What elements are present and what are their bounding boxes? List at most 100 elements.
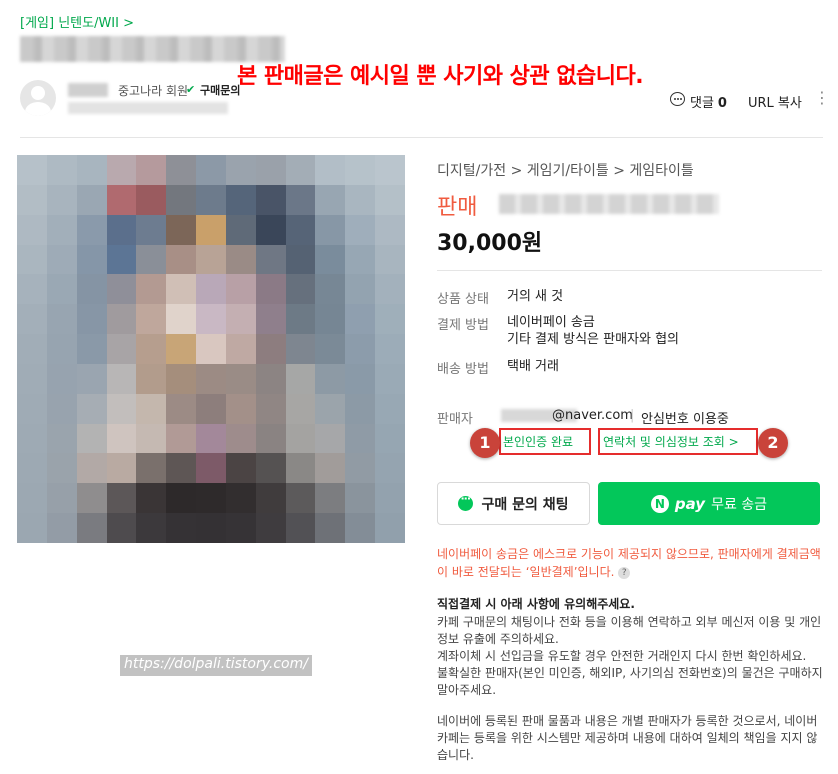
image-pixel bbox=[106, 483, 137, 514]
product-category[interactable]: 디지털/가전 > 게임기/타이틀 > 게임타이틀 bbox=[437, 160, 694, 180]
image-pixel bbox=[76, 363, 107, 394]
image-pixel bbox=[106, 214, 137, 245]
safe-number-label: 안심번호 이용중 bbox=[641, 412, 729, 427]
image-pixel bbox=[196, 304, 226, 335]
image-pixel bbox=[166, 184, 197, 215]
sale-label: 판매 bbox=[437, 195, 478, 220]
image-pixel bbox=[345, 363, 376, 394]
image-pixel bbox=[225, 483, 256, 514]
image-pixel bbox=[285, 184, 316, 215]
image-pixel bbox=[285, 483, 316, 514]
comment-link[interactable]: 댓글 0 bbox=[690, 92, 727, 111]
image-pixel bbox=[285, 274, 316, 305]
buy-inquiry-label: 구매문의 bbox=[200, 84, 241, 97]
image-pixel bbox=[285, 363, 316, 394]
image-pixel bbox=[225, 334, 256, 364]
url-copy-button[interactable]: URL 복사 bbox=[748, 92, 802, 111]
contact-check-link[interactable]: 연락처 및 의심정보 조회 > bbox=[603, 433, 739, 450]
caution-line: 불확실한 판매자(본인 미인증, 해외IP, 사기의심 전화번호)의 물건은 구… bbox=[437, 666, 823, 697]
identity-verified-link[interactable]: 본인인증 완료 bbox=[503, 433, 573, 450]
image-pixel bbox=[106, 423, 137, 454]
image-pixel bbox=[315, 244, 346, 275]
image-pixel bbox=[136, 184, 167, 215]
image-pixel bbox=[315, 393, 346, 424]
comment-icon[interactable] bbox=[670, 92, 685, 106]
image-pixel bbox=[136, 214, 167, 245]
image-pixel bbox=[225, 184, 256, 215]
image-pixel bbox=[375, 393, 405, 424]
image-pixel bbox=[17, 184, 47, 215]
image-pixel bbox=[17, 155, 47, 185]
image-pixel bbox=[255, 334, 286, 364]
price-divider bbox=[437, 270, 822, 271]
image-pixel bbox=[255, 184, 286, 215]
image-pixel bbox=[166, 304, 197, 335]
image-pixel bbox=[136, 334, 167, 364]
image-pixel bbox=[106, 453, 137, 484]
npay-logo-icon: N bbox=[650, 494, 669, 513]
image-pixel bbox=[166, 334, 197, 364]
image-pixel bbox=[46, 363, 77, 394]
image-pixel bbox=[255, 363, 286, 394]
image-pixel bbox=[345, 184, 376, 215]
image-pixel bbox=[46, 184, 77, 215]
image-pixel bbox=[136, 423, 167, 454]
image-pixel bbox=[345, 453, 376, 484]
image-pixel bbox=[76, 423, 107, 454]
chat-inquiry-button[interactable]: 구매 문의 채팅 bbox=[437, 482, 590, 525]
image-pixel bbox=[315, 155, 346, 185]
chat-button-label: 구매 문의 채팅 bbox=[481, 496, 569, 513]
image-pixel bbox=[345, 483, 376, 514]
image-pixel bbox=[17, 513, 47, 543]
image-pixel bbox=[285, 304, 316, 335]
image-pixel bbox=[76, 155, 107, 185]
board-breadcrumb[interactable]: [게임] 닌텐도/WII > bbox=[20, 12, 134, 31]
image-pixel bbox=[196, 513, 226, 543]
more-vertical-icon[interactable]: ⋮ bbox=[814, 90, 830, 106]
image-pixel bbox=[225, 244, 256, 275]
image-pixel bbox=[255, 513, 286, 543]
help-icon[interactable]: ? bbox=[618, 566, 631, 579]
image-pixel bbox=[375, 274, 405, 305]
npay-transfer-button[interactable]: N pay 무료 송금 bbox=[598, 482, 820, 525]
image-pixel bbox=[255, 155, 286, 185]
avatar[interactable] bbox=[20, 80, 56, 116]
image-pixel bbox=[225, 363, 256, 394]
comment-count: 0 bbox=[717, 96, 727, 111]
seller-email: @naver.com bbox=[552, 408, 633, 423]
image-pixel bbox=[76, 214, 107, 245]
image-pixel bbox=[46, 214, 77, 245]
image-pixel bbox=[106, 155, 137, 185]
image-pixel bbox=[166, 453, 197, 484]
image-pixel bbox=[46, 244, 77, 275]
product-image-pixelated[interactable] bbox=[17, 155, 405, 543]
image-pixel bbox=[375, 363, 405, 394]
image-pixel bbox=[196, 483, 226, 514]
image-pixel bbox=[225, 453, 256, 484]
image-pixel bbox=[345, 423, 376, 454]
image-pixel bbox=[136, 274, 167, 305]
image-pixel bbox=[196, 334, 226, 364]
image-pixel bbox=[106, 184, 137, 215]
image-pixel bbox=[136, 363, 167, 394]
image-pixel bbox=[225, 513, 256, 543]
image-pixel bbox=[255, 393, 286, 424]
image-pixel bbox=[196, 363, 226, 394]
caution-title: 직접결제 시 아래 사항에 유의해주세요. bbox=[437, 597, 635, 611]
image-pixel bbox=[315, 274, 346, 305]
image-pixel bbox=[76, 304, 107, 335]
image-pixel bbox=[46, 513, 77, 543]
image-pixel bbox=[345, 244, 376, 275]
image-pixel bbox=[46, 393, 77, 424]
info-value: 택배 거래 bbox=[507, 359, 559, 374]
caution-line: 카페 구매문의 채팅이나 전화 등을 이용해 연락하고 외부 메신저 이용 및 … bbox=[437, 615, 822, 646]
product-price: 30,000원 bbox=[437, 231, 543, 256]
image-pixel bbox=[76, 244, 107, 275]
image-pixel bbox=[375, 423, 405, 454]
image-pixel bbox=[136, 483, 167, 514]
image-pixel bbox=[166, 393, 197, 424]
image-pixel bbox=[375, 304, 405, 335]
image-pixel bbox=[46, 304, 77, 335]
image-pixel bbox=[375, 483, 405, 514]
comment-label: 댓글 bbox=[690, 96, 714, 111]
